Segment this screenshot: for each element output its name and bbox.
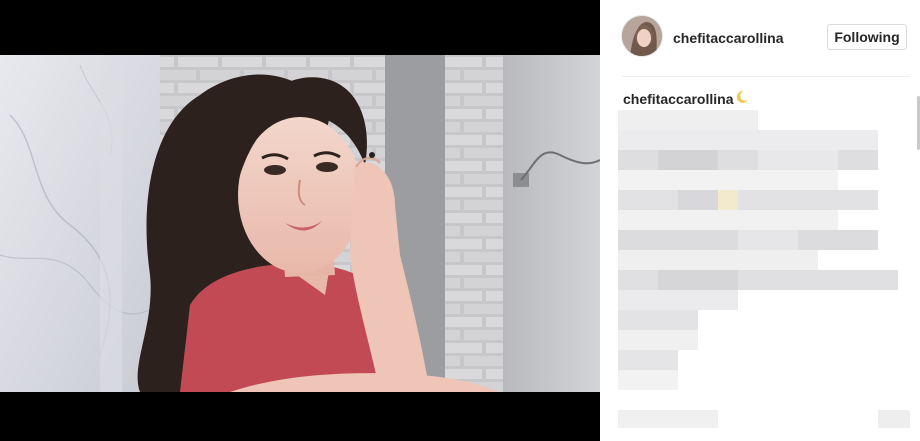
portrait-photo — [0, 55, 600, 392]
post-photo[interactable] — [0, 55, 600, 392]
post-media — [0, 0, 600, 441]
post-info-panel: chefitaccarollina Following chefitaccaro… — [600, 0, 920, 441]
avatar[interactable] — [622, 16, 662, 56]
caption-username-link[interactable]: chefitaccarollina — [623, 91, 734, 107]
divider — [622, 76, 910, 77]
username-link[interactable]: chefitaccarollina — [673, 30, 784, 46]
following-button[interactable]: Following — [827, 24, 907, 50]
pixelated-caption-text — [618, 110, 910, 428]
crescent-moon-icon — [736, 90, 748, 103]
post-header: chefitaccarollina Following — [600, 0, 920, 76]
